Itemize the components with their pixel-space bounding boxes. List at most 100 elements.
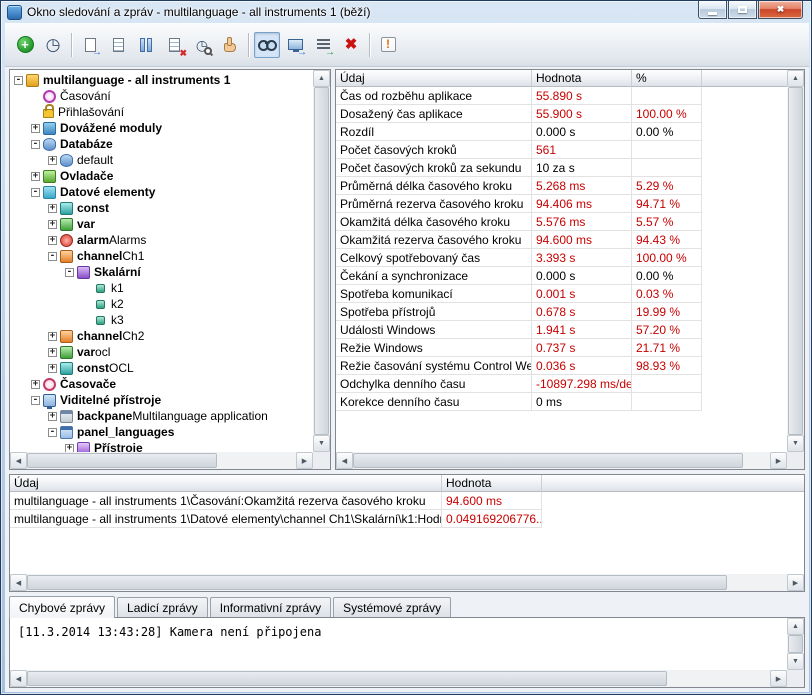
scroll-thumb[interactable] [788, 87, 803, 435]
stats-row[interactable]: Průměrná rezerva časového kroku94.406 ms… [336, 195, 787, 213]
tree-item[interactable]: +const [11, 200, 313, 216]
tree-item[interactable]: k3 [11, 312, 313, 328]
scroll-thumb[interactable] [27, 453, 217, 468]
column-header[interactable]: Údaj [336, 70, 532, 87]
tree-item[interactable]: Přihlašování [11, 104, 313, 120]
tab-error-messages[interactable]: Chybové zprávy [9, 596, 115, 618]
scroll-left-button[interactable]: ◀ [10, 574, 27, 591]
stats-row[interactable]: Počet časových kroků561 [336, 141, 787, 159]
watch-values-button[interactable] [254, 32, 280, 58]
scroll-up-button[interactable]: ▲ [787, 70, 804, 87]
add-columns-button[interactable] [133, 32, 159, 58]
minimize-button[interactable] [698, 1, 727, 19]
expand-toggle[interactable]: + [48, 412, 57, 421]
expand-toggle[interactable]: + [48, 156, 57, 165]
watch-list-button[interactable]: → [310, 32, 336, 58]
tree-horizontal-scrollbar[interactable]: ◀ ▶ [10, 452, 313, 469]
monitor-transfer-button[interactable]: → [282, 32, 308, 58]
column-header[interactable]: % [632, 70, 702, 87]
tree-item[interactable]: k2 [11, 296, 313, 312]
expand-toggle[interactable]: - [31, 188, 40, 197]
stats-vertical-scrollbar[interactable]: ▲ ▼ [787, 70, 804, 452]
export-data-button[interactable]: → [77, 32, 103, 58]
expand-toggle[interactable]: + [31, 172, 40, 181]
stats-row[interactable]: Spotřeba přístrojů0.678 s19.99 % [336, 303, 787, 321]
tree-item[interactable]: -channel Ch1 [11, 248, 313, 264]
scroll-thumb[interactable] [27, 671, 667, 686]
scroll-thumb[interactable] [27, 575, 727, 590]
tree-item[interactable]: +channel Ch2 [11, 328, 313, 344]
expand-toggle[interactable]: + [65, 444, 74, 453]
tree-item[interactable]: -Databáze [11, 136, 313, 152]
message-horizontal-scrollbar[interactable]: ◀ ▶ [10, 670, 787, 687]
tree-item[interactable]: -multilanguage - all instruments 1 [11, 72, 313, 88]
manual-mode-button[interactable] [217, 32, 243, 58]
stats-row[interactable]: Průměrná délka časového kroku5.268 ms5.2… [336, 177, 787, 195]
scroll-right-button[interactable]: ▶ [296, 452, 313, 469]
stats-row[interactable]: Režie Windows0.737 s21.71 % [336, 339, 787, 357]
stats-row[interactable]: Události Windows1.941 s57.20 % [336, 321, 787, 339]
time-history-button[interactable]: ◷ [189, 32, 215, 58]
scroll-thumb[interactable] [788, 635, 803, 653]
scroll-thumb[interactable] [314, 87, 329, 435]
add-watch-button[interactable]: + [12, 32, 38, 58]
stats-row[interactable]: Spotřeba komunikací0.001 s0.03 % [336, 285, 787, 303]
scroll-left-button[interactable]: ◀ [10, 452, 27, 469]
tree-item[interactable]: +backpane Multilanguage application [11, 408, 313, 424]
scroll-thumb[interactable] [353, 453, 743, 468]
tree-item[interactable]: -Viditelné přístroje [11, 392, 313, 408]
stats-row[interactable]: Režie časování systému Control Web0.036 … [336, 357, 787, 375]
tree-item[interactable]: +var ocl [11, 344, 313, 360]
tree-item[interactable]: +Dovážené moduly [11, 120, 313, 136]
scroll-up-button[interactable]: ▲ [313, 70, 330, 87]
stats-row[interactable]: Okamžitá délka časového kroku5.576 ms5.5… [336, 213, 787, 231]
tab-info-messages[interactable]: Informativní zprávy [210, 597, 331, 617]
scroll-left-button[interactable]: ◀ [10, 670, 27, 687]
column-header[interactable]: Hodnota [442, 475, 542, 492]
stats-horizontal-scrollbar[interactable]: ◀ ▶ [336, 452, 787, 469]
expand-toggle[interactable]: - [14, 76, 23, 85]
expand-toggle[interactable]: + [48, 204, 57, 213]
expand-toggle[interactable]: - [31, 140, 40, 149]
watch-horizontal-scrollbar[interactable]: ◀ ▶ [10, 574, 804, 591]
column-header[interactable]: Hodnota [532, 70, 632, 87]
scroll-down-button[interactable]: ▼ [787, 653, 804, 670]
tree-item[interactable]: +const OCL [11, 360, 313, 376]
tree-item[interactable]: +default [11, 152, 313, 168]
stats-row[interactable]: Odchylka denního času-10897.298 ms/den [336, 375, 787, 393]
close-button[interactable]: ✖ [758, 1, 803, 19]
tree-item[interactable]: +Ovladače [11, 168, 313, 184]
scroll-up-button[interactable]: ▲ [787, 618, 804, 635]
titlebar[interactable]: Okno sledování a zpráv - multilanguage -… [7, 1, 701, 23]
timing-window-button[interactable]: ◷ [40, 32, 66, 58]
tree-item[interactable]: Časování [11, 88, 313, 104]
expand-toggle[interactable]: - [31, 396, 40, 405]
stats-row[interactable]: Rozdíl0.000 s0.00 % [336, 123, 787, 141]
maximize-button[interactable] [728, 1, 757, 19]
expand-toggle[interactable]: + [31, 380, 40, 389]
scroll-right-button[interactable]: ▶ [770, 452, 787, 469]
expand-toggle[interactable]: - [48, 252, 57, 261]
tree-vertical-scrollbar[interactable]: ▲ ▼ [313, 70, 330, 452]
scroll-down-button[interactable]: ▼ [313, 435, 330, 452]
tree-item[interactable]: +Přístroje [11, 440, 313, 452]
stats-row[interactable]: Dosažený čas aplikace55.900 s100.00 % [336, 105, 787, 123]
stats-row[interactable]: Čekání a synchronizace0.000 s0.00 % [336, 267, 787, 285]
delete-watch-button[interactable]: ✖ [338, 32, 364, 58]
document-button[interactable] [105, 32, 131, 58]
tree-item[interactable]: +var [11, 216, 313, 232]
tree-item[interactable]: k1 [11, 280, 313, 296]
tab-debug-messages[interactable]: Ladicí zprávy [117, 597, 208, 617]
watch-row[interactable]: multilanguage - all instruments 1\Datové… [10, 510, 804, 528]
tree-item[interactable]: +alarm Alarms [11, 232, 313, 248]
watch-row[interactable]: multilanguage - all instruments 1\Časová… [10, 492, 804, 510]
tree-item[interactable]: -Datové elementy [11, 184, 313, 200]
message-vertical-scrollbar[interactable]: ▲ ▼ [787, 618, 804, 670]
expand-toggle[interactable]: + [48, 220, 57, 229]
expand-toggle[interactable]: + [48, 348, 57, 357]
expand-toggle[interactable]: - [65, 268, 74, 277]
stats-row[interactable]: Celkový spotřebovaný čas3.393 s100.00 % [336, 249, 787, 267]
tree-item[interactable]: -Skalární [11, 264, 313, 280]
expand-toggle[interactable]: - [48, 428, 57, 437]
scroll-down-button[interactable]: ▼ [787, 435, 804, 452]
